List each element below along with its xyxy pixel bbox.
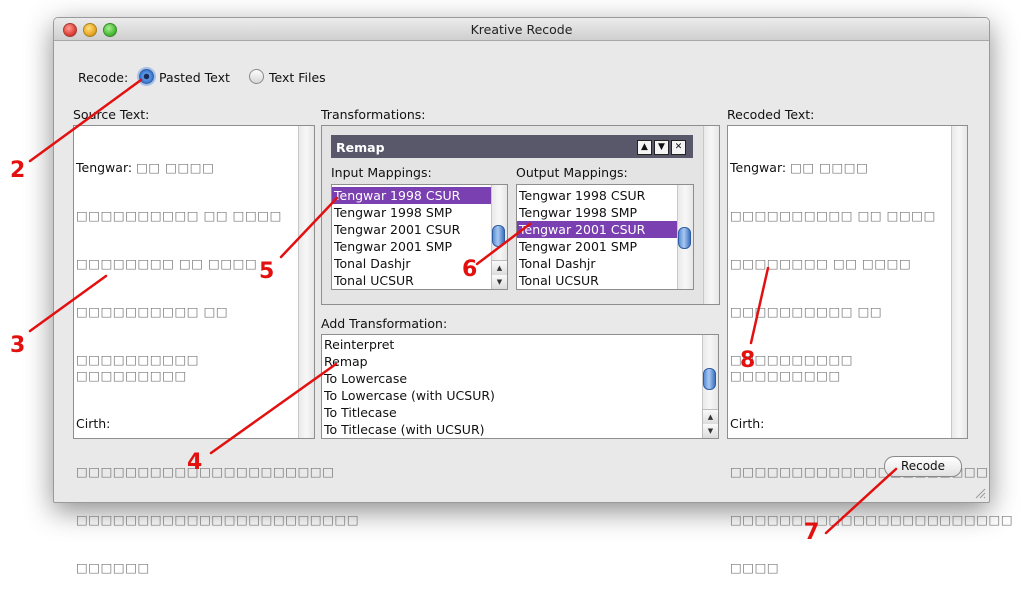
callout-line-4: [209, 362, 338, 455]
callout-line-3: [28, 274, 108, 333]
callout-7: 7: [804, 520, 820, 545]
callout-line-7: [824, 467, 898, 535]
callout-line-6: [475, 222, 532, 266]
callout-3: 3: [10, 333, 26, 358]
callout-4: 4: [187, 450, 203, 475]
callout-line-2: [28, 78, 143, 163]
annotation-lines: [28, 78, 898, 535]
callout-5: 5: [259, 259, 275, 284]
callout-line-5: [279, 196, 339, 259]
callout-6: 6: [462, 257, 478, 282]
callout-line-8: [749, 266, 770, 345]
callout-8: 8: [740, 348, 756, 373]
callout-2: 2: [10, 158, 26, 183]
